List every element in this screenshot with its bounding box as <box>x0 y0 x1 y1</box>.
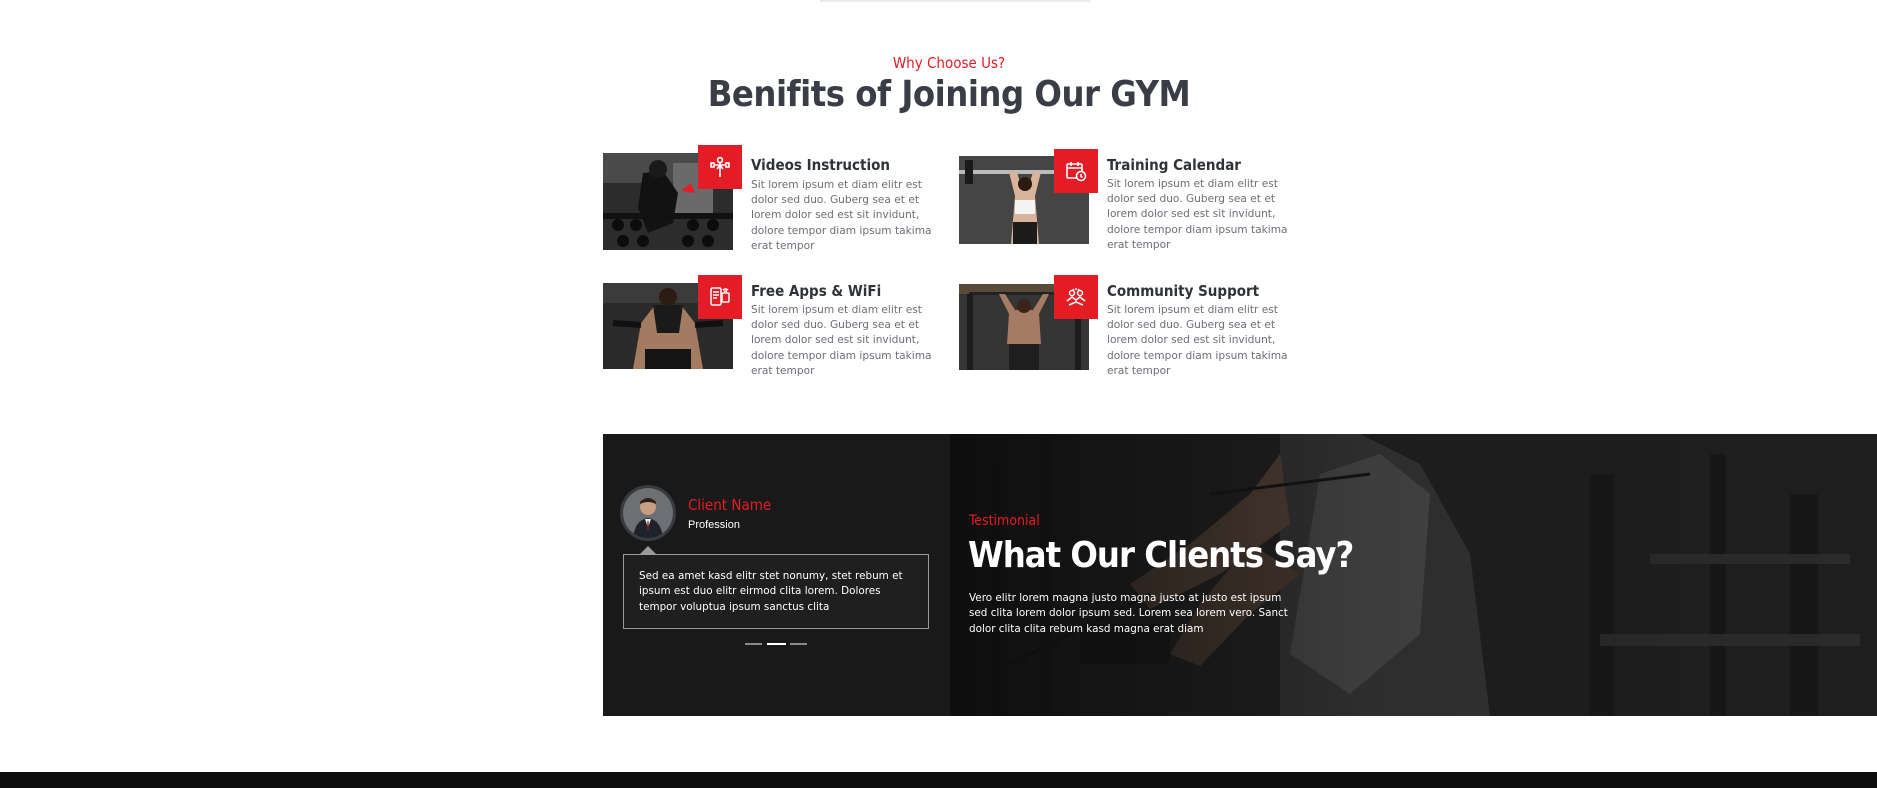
testimonial-description: Vero elitr lorem magna justo magna justo… <box>969 592 1288 635</box>
feature-title: Videos Instruction <box>751 156 890 174</box>
quote-bubble-pointer <box>640 546 656 554</box>
carousel-dot-1[interactable] <box>745 643 762 645</box>
feature-free-apps-wifi: Free Apps & WiFi Sit lorem ipsum et diam… <box>603 275 943 388</box>
feature-title: Training Calendar <box>1107 156 1241 174</box>
client-name: Client Name <box>688 496 772 514</box>
community-icon <box>1054 275 1098 319</box>
client-avatar <box>623 488 673 538</box>
apps-icon <box>698 275 742 319</box>
previous-section-edge <box>820 0 1090 3</box>
carousel-dot-3[interactable] <box>790 643 807 645</box>
feature-description: Sit lorem ipsum et diam elitr est dolor … <box>1107 304 1288 377</box>
feature-videos-instruction: Videos Instruction Sit lorem ipsum et di… <box>603 145 943 257</box>
testimonial-label: Testimonial <box>969 513 1040 529</box>
feature-description: Sit lorem ipsum et diam elitr est dolor … <box>751 304 932 377</box>
feature-training-calendar: Training Calendar Sit lorem ipsum et dia… <box>959 149 1299 260</box>
carousel-dot-2-active[interactable] <box>767 643 786 645</box>
feature-description: Sit lorem ipsum et diam elitr est dolor … <box>1107 178 1288 251</box>
feature-community-support: Community Support Sit lorem ipsum et dia… <box>959 275 1299 388</box>
testimonial-heading: What Our Clients Say? <box>968 535 1354 576</box>
footer-edge <box>0 772 1877 788</box>
trainer-icon <box>698 145 742 189</box>
section-subtitle: Why Choose Us? <box>892 54 1006 72</box>
client-profession: Profession <box>688 519 740 531</box>
feature-title: Community Support <box>1107 282 1260 300</box>
feature-description: Sit lorem ipsum et diam elitr est dolor … <box>751 179 932 252</box>
testimonial-quote: Sed ea amet kasd elitr stet nonumy, stet… <box>639 570 903 613</box>
section-title: Benifits of Joining Our GYM <box>707 74 1191 115</box>
feature-title: Free Apps & WiFi <box>751 282 882 300</box>
calendar-icon <box>1054 149 1098 193</box>
